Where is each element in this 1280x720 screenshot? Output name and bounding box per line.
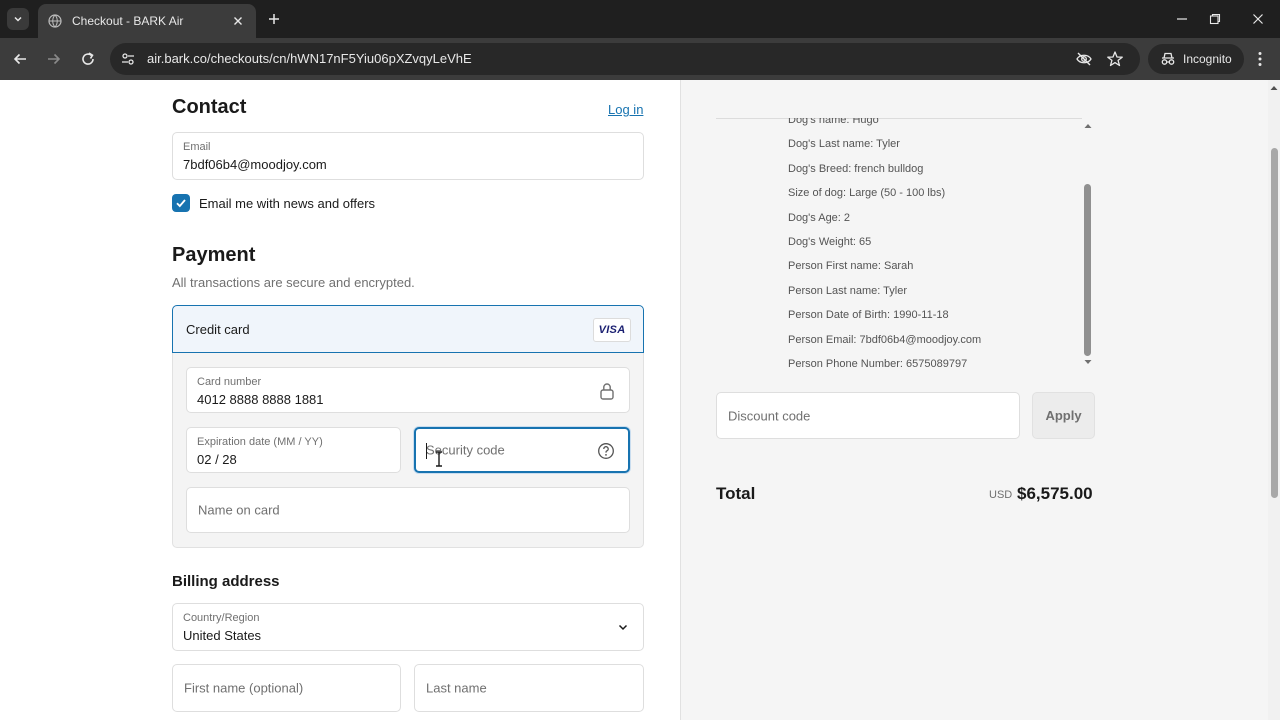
arrow-right-icon (48, 53, 61, 65)
arrow-left-icon (13, 53, 26, 65)
first-name-placeholder: First name (optional) (184, 680, 304, 696)
reload-button[interactable] (76, 47, 100, 71)
minimize-button[interactable] (1171, 8, 1193, 30)
expiration-date-value: 02 / 28 (197, 452, 237, 467)
attribute-item: Person Phone Number: 6575089797 (788, 357, 968, 370)
restore-icon (1209, 13, 1221, 25)
newsletter-checkbox[interactable] (172, 194, 190, 212)
attributes-scrollbar[interactable] (1082, 118, 1094, 370)
country-select[interactable]: Country/Region United States (172, 603, 644, 651)
attribute-item: Dog's Weight: 65 (788, 235, 872, 248)
restore-button[interactable] (1204, 8, 1226, 30)
payment-heading: Payment (172, 244, 256, 266)
chevron-down-icon (618, 624, 628, 631)
credit-card-label: Credit card (186, 322, 250, 337)
apply-discount-button[interactable]: Apply (1032, 392, 1095, 439)
tab-title: Checkout - BARK Air (72, 14, 184, 28)
scrollbar-thumb[interactable] (1084, 184, 1091, 356)
reload-icon (82, 52, 94, 65)
last-name-placeholder: Last name (426, 680, 487, 696)
expiration-date-label: Expiration date (MM / YY) (197, 436, 323, 448)
name-on-card-placeholder: Name on card (198, 502, 280, 518)
attribute-item: Dog's Last name: Tyler (788, 138, 900, 151)
window-close-button[interactable] (1247, 8, 1269, 30)
lock-icon (600, 383, 614, 400)
discount-code-placeholder: Discount code (728, 408, 811, 423)
text-cursor-icon (436, 451, 442, 467)
email-value: 7bdf06b4@moodjoy.com (183, 157, 327, 172)
forward-button[interactable] (42, 47, 66, 71)
billing-address-heading: Billing address (172, 573, 280, 590)
globe-icon (48, 14, 62, 28)
address-bar[interactable]: air.bark.co/checkouts/cn/hWN17nF5Yiu06pX… (110, 43, 1140, 75)
checkmark-icon (176, 199, 186, 208)
first-name-field[interactable]: First name (optional) (172, 664, 401, 712)
minimize-icon (1177, 18, 1187, 20)
attribute-item: Person Date of Birth: 1990-11-18 (788, 309, 949, 322)
attribute-list: Dog's name: Hugo Dog's Last name: Tyler Do… (788, 118, 981, 370)
close-icon (234, 17, 242, 25)
total-amount: $6,575.00 (1017, 484, 1093, 503)
discount-code-field[interactable]: Discount code (716, 392, 1020, 439)
last-name-field[interactable]: Last name (414, 664, 644, 712)
attribute-item: Person Email: 7bdf06b4@moodjoy.com (788, 333, 982, 346)
plus-icon (269, 14, 279, 24)
more-vertical-icon (1258, 52, 1262, 66)
browser-menu-button[interactable] (1250, 49, 1270, 69)
back-button[interactable] (8, 47, 32, 71)
card-number-field[interactable]: Card number 4012 8888 8888 1881 (186, 367, 630, 413)
security-code-field[interactable]: Security code (414, 427, 630, 473)
scroll-down-icon[interactable] (1084, 358, 1092, 366)
country-value: United States (183, 628, 262, 643)
attribute-item: Size of dog: Large (50 - 100 lbs) (788, 187, 946, 200)
payment-subtitle: All transactions are secure and encrypte… (172, 275, 415, 290)
product-attributes-box: Dog's name: Hugo Dog's Last name: Tyler Do… (716, 118, 1096, 370)
credit-card-option[interactable]: Credit card VISA (172, 305, 644, 353)
scroll-up-icon[interactable] (1270, 84, 1278, 92)
text-caret (426, 443, 427, 459)
country-label: Country/Region (183, 612, 260, 624)
scrollbar-thumb[interactable] (1271, 148, 1278, 498)
expiration-date-field[interactable]: Expiration date (MM / YY) 02 / 28 (186, 427, 401, 473)
help-circle-icon[interactable] (597, 442, 615, 460)
scroll-up-icon[interactable] (1084, 122, 1092, 130)
tab-search-button[interactable] (7, 8, 29, 30)
browser-toolbar: air.bark.co/checkouts/cn/hWN17nF5Yiu06pX… (0, 38, 1280, 80)
attribute-item: Person First name: Sarah (788, 260, 914, 273)
site-info-icon[interactable] (120, 51, 136, 67)
star-icon[interactable] (1106, 50, 1124, 68)
attribute-item: Person Last name: Tyler (788, 284, 908, 297)
incognito-icon (1161, 52, 1175, 65)
card-number-value: 4012 8888 8888 1881 (197, 392, 324, 407)
attribute-item: Dog's name: Hugo (788, 118, 879, 126)
new-tab-button[interactable] (264, 9, 284, 29)
close-icon (1253, 14, 1263, 24)
card-number-label: Card number (197, 376, 262, 388)
visa-logo: VISA (593, 318, 631, 342)
email-label: Email (183, 141, 211, 153)
contact-heading: Contact (172, 96, 247, 118)
login-link[interactable]: Log in (608, 102, 643, 117)
browser-tab-bar: Checkout - BARK Air (0, 0, 1280, 38)
email-field[interactable]: Email 7bdf06b4@moodjoy.com (172, 132, 644, 180)
attribute-item: Dog's Breed: french bulldog (788, 162, 924, 175)
eye-off-icon[interactable] (1075, 50, 1093, 68)
page-scrollbar[interactable] (1268, 80, 1280, 720)
total-label: Total (716, 484, 756, 503)
checkout-page: Contact Log in Email 7bdf06b4@moodjoy.co… (0, 80, 1280, 720)
attribute-item: Dog's Age: 2 (788, 211, 851, 224)
tab-close-button[interactable] (230, 13, 246, 29)
chevron-down-icon (14, 16, 22, 22)
url-text: air.bark.co/checkouts/cn/hWN17nF5Yiu06pX… (147, 51, 472, 66)
newsletter-label: Email me with news and offers (199, 196, 376, 211)
incognito-label: Incognito (1183, 52, 1232, 66)
total-currency: USD (989, 489, 1013, 501)
browser-tab-active[interactable]: Checkout - BARK Air (38, 4, 256, 38)
name-on-card-field[interactable]: Name on card (186, 487, 630, 533)
incognito-indicator[interactable]: Incognito (1148, 44, 1244, 74)
